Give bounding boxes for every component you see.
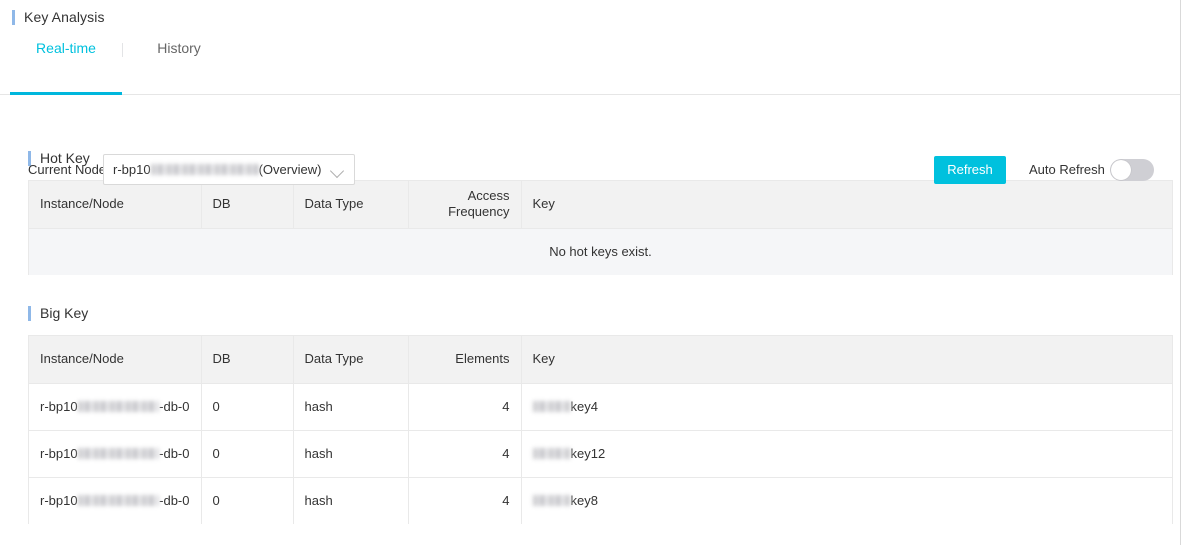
page-title-row: Key Analysis — [0, 0, 1180, 34]
cell-data-type: hash — [293, 429, 409, 477]
hot-key-empty-row: No hot keys exist. — [29, 227, 1172, 275]
hot-key-col-datatype: Data Type — [293, 181, 409, 228]
big-key-accent-bar — [28, 305, 31, 321]
table-row: r-bp10 -db-0 0 hash 4 key12 — [29, 429, 1172, 477]
refresh-button[interactable]: Refresh — [934, 156, 1006, 184]
tab-list: Real-time History — [0, 34, 1180, 66]
current-node-select[interactable]: r-bp10 (Overview) — [103, 154, 355, 185]
instance-suffix: -db-0 — [159, 493, 190, 509]
big-key-table: Instance/Node DB Data Type Elements Key … — [28, 335, 1173, 524]
cell-db: 0 — [201, 382, 294, 430]
redacted-instance-id — [77, 401, 160, 412]
page-title: Key Analysis — [24, 9, 105, 25]
cell-db: 0 — [201, 476, 294, 524]
hot-key-table-head: Instance/Node DB Data Type Access Freque… — [29, 181, 1172, 228]
redacted-key-prefix — [532, 401, 571, 412]
key-suffix: key12 — [570, 446, 606, 461]
big-key-col-datatype: Data Type — [293, 336, 409, 383]
redacted-key-prefix — [532, 495, 571, 507]
instance-prefix: r-bp10 — [40, 446, 78, 461]
table-row: r-bp10 -db-0 0 hash 4 key4 — [29, 382, 1172, 430]
cell-elements: 4 — [408, 382, 522, 430]
hot-key-col-db: DB — [201, 181, 294, 228]
instance-prefix: r-bp10 — [40, 399, 78, 414]
big-key-header-row: Instance/Node DB Data Type Elements Key — [29, 336, 1172, 383]
cell-instance-node: r-bp10 -db-0 — [29, 429, 202, 477]
cell-data-type: hash — [293, 476, 409, 524]
big-key-section-title: Big Key — [40, 305, 89, 321]
tab-real-time[interactable]: Real-time — [10, 34, 122, 60]
cell-key: key8 — [521, 476, 1172, 524]
instance-prefix: r-bp10 — [40, 493, 78, 509]
hot-key-empty-text: No hot keys exist. — [29, 227, 1172, 275]
cell-key: key12 — [521, 429, 1172, 477]
big-key-col-key: Key — [521, 336, 1172, 383]
redacted-node-id — [150, 164, 259, 175]
hot-key-grid: Instance/Node DB Data Type Access Freque… — [29, 181, 1172, 275]
cell-db: 0 — [201, 429, 294, 477]
big-key-col-elements: Elements — [408, 336, 522, 383]
auto-refresh-label: Auto Refresh — [1029, 162, 1105, 177]
cell-instance-node: r-bp10 -db-0 — [29, 476, 202, 524]
tab-history[interactable]: History — [123, 34, 235, 60]
cell-key: key4 — [521, 382, 1172, 430]
cell-instance-node: r-bp10 -db-0 — [29, 382, 202, 430]
cell-elements: 4 — [408, 429, 522, 477]
instance-suffix: -db-0 — [159, 399, 190, 414]
cell-data-type: hash — [293, 382, 409, 430]
key-suffix: key4 — [570, 399, 598, 414]
toggle-knob — [1111, 160, 1131, 180]
big-key-table-body: r-bp10 -db-0 0 hash 4 key4 r-bp10 -db-0 0 hash 4 ke… — [29, 382, 1172, 524]
hot-key-col-instance: Instance/Node — [29, 181, 202, 228]
big-key-col-instance: Instance/Node — [29, 336, 202, 383]
redacted-instance-id — [77, 448, 160, 459]
current-node-value: r-bp10 (Overview) — [113, 162, 321, 177]
redacted-instance-id — [77, 495, 160, 507]
hot-key-table-body: No hot keys exist. — [29, 227, 1172, 275]
key-suffix: key8 — [570, 493, 598, 509]
key-analysis-page: Key Analysis Real-time History Current N… — [0, 0, 1181, 545]
current-node-prefix: r-bp10 — [113, 162, 151, 177]
current-node-label: Current Node — [28, 162, 107, 177]
cell-elements: 4 — [408, 476, 522, 524]
current-node-suffix: (Overview) — [258, 162, 322, 177]
big-key-col-db: DB — [201, 336, 294, 383]
hot-key-header-row: Instance/Node DB Data Type Access Freque… — [29, 181, 1172, 228]
toolbar-row: Current Node r-bp10 (Overview) Refresh Au… — [0, 67, 1180, 185]
big-key-section-title-row: Big Key — [0, 299, 1180, 327]
tabs-bar: Real-time History — [0, 34, 1180, 95]
hot-key-col-key: Key — [521, 181, 1172, 228]
big-key-table-head: Instance/Node DB Data Type Elements Key — [29, 336, 1172, 383]
title-accent-bar — [12, 9, 15, 25]
auto-refresh-toggle[interactable] — [1110, 159, 1154, 181]
table-row: r-bp10 -db-0 0 hash 4 key8 — [29, 476, 1172, 524]
hot-key-table: Instance/Node DB Data Type Access Freque… — [28, 180, 1173, 275]
instance-suffix: -db-0 — [159, 446, 190, 461]
redacted-key-prefix — [532, 448, 571, 459]
chevron-down-icon — [329, 163, 345, 179]
hot-key-col-access-frequency: Access Frequency — [408, 181, 522, 228]
big-key-grid: Instance/Node DB Data Type Elements Key … — [29, 336, 1172, 524]
